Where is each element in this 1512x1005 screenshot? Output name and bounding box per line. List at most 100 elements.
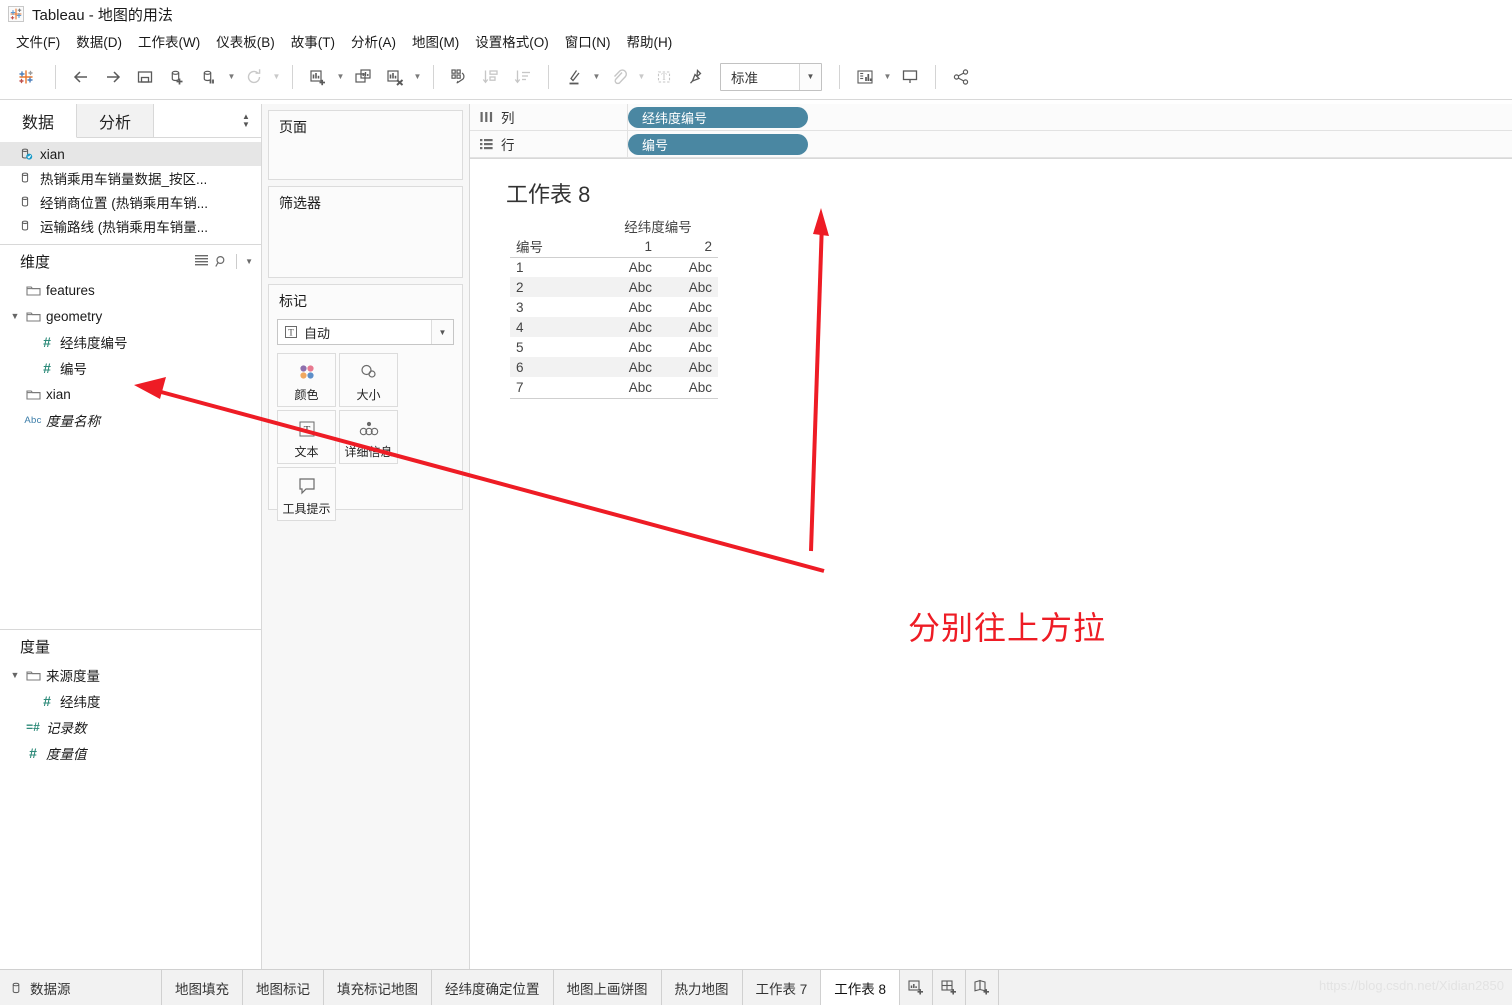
row-cell[interactable]: Abc [658, 277, 718, 297]
columns-shelf-dropzone[interactable]: 经纬度编号 [628, 104, 1512, 130]
menu-data[interactable]: 数据(D) [68, 28, 130, 54]
datasource-item-xian[interactable]: xian [0, 142, 261, 166]
field-features[interactable]: features [0, 277, 261, 303]
new-worksheet-dropdown-icon[interactable]: ▼ [334, 62, 347, 92]
menu-story[interactable]: 故事(T) [283, 28, 343, 54]
datasource-item-3[interactable]: 经销商位置 (热销乘用车销... [0, 190, 261, 214]
marks-size-button[interactable]: 大小 [339, 353, 398, 407]
group-members-icon[interactable] [604, 62, 634, 92]
show-hide-cards-icon[interactable] [850, 62, 880, 92]
fix-axes-icon[interactable] [681, 62, 711, 92]
filters-card[interactable]: 筛选器 [268, 186, 463, 278]
table-row[interactable]: 2 Abc Abc [510, 277, 718, 297]
menu-format[interactable]: 设置格式(O) [467, 28, 557, 54]
row-cell[interactable]: Abc [598, 377, 658, 397]
sheet-tab-worksheet-7[interactable]: 工作表 7 [742, 970, 822, 1005]
refresh-dropdown-icon[interactable]: ▼ [270, 62, 283, 92]
back-arrow-icon[interactable] [66, 62, 96, 92]
sheet-tab-reliditu[interactable]: 热力地图 [661, 970, 743, 1005]
menu-map[interactable]: 地图(M) [404, 28, 467, 54]
new-worksheet-button[interactable] [900, 970, 934, 1005]
row-cell[interactable]: Abc [658, 297, 718, 317]
share-icon[interactable] [946, 62, 976, 92]
sheet-tab-tianchongbiaojiditu[interactable]: 填充标记地图 [324, 970, 432, 1005]
pill-columns[interactable]: 经纬度编号 [628, 106, 808, 128]
row-cell[interactable]: Abc [658, 377, 718, 397]
search-icon[interactable] [215, 255, 228, 268]
table-row[interactable]: 4 Abc Abc [510, 317, 718, 337]
pages-card[interactable]: 页面 [268, 110, 463, 180]
datasource-item-4[interactable]: 运输路线 (热销乘用车销量... [0, 214, 261, 238]
pause-refresh-dropdown-icon[interactable]: ▼ [225, 62, 238, 92]
clear-sheet-dropdown-icon[interactable]: ▼ [411, 62, 424, 92]
mark-type-select[interactable]: T 自动 ▼ [277, 319, 454, 345]
sheet-tab-ditubiaoji[interactable]: 地图标记 [243, 970, 324, 1005]
chevron-down-icon[interactable]: ▼ [431, 320, 453, 344]
field-record-count[interactable]: =# 记录数 [0, 714, 261, 740]
row-cell[interactable]: Abc [598, 277, 658, 297]
datasource-tab[interactable]: 数据源 [0, 970, 162, 1005]
chevron-down-icon[interactable]: ▼ [8, 311, 22, 321]
marks-text-button[interactable]: T 文本 [277, 410, 336, 464]
row-cell[interactable]: Abc [658, 337, 718, 357]
field-jingweidu[interactable]: # 经纬度 [0, 688, 261, 714]
table-row[interactable]: 3 Abc Abc [510, 297, 718, 317]
field-measure-names[interactable]: Abc 度量名称 [0, 407, 261, 433]
row-cell[interactable]: Abc [598, 257, 658, 277]
sheet-tab-dituhuabingtu[interactable]: 地图上画饼图 [553, 970, 662, 1005]
sheet-tab-worksheet-8[interactable]: 工作表 8 [821, 970, 901, 1005]
row-cell[interactable]: Abc [598, 297, 658, 317]
table-row[interactable]: 5 Abc Abc [510, 337, 718, 357]
sort-descending-icon[interactable] [508, 62, 538, 92]
field-source-measures[interactable]: ▼ 来源度量 [0, 662, 261, 688]
show-hide-cards-dropdown-icon[interactable]: ▼ [881, 62, 894, 92]
highlight-dropdown-icon[interactable]: ▼ [590, 62, 603, 92]
menu-help[interactable]: 帮助(H) [618, 28, 680, 54]
field-xian[interactable]: xian [0, 381, 261, 407]
sheet-tab-ditutianchong[interactable]: 地图填充 [162, 970, 243, 1005]
sort-ascending-icon[interactable] [476, 62, 506, 92]
field-jingweidubianhao[interactable]: # 经纬度编号 [0, 329, 261, 355]
row-cell[interactable]: Abc [598, 357, 658, 377]
chevron-down-icon[interactable]: ▼ [799, 63, 821, 90]
forward-arrow-icon[interactable] [98, 62, 128, 92]
menu-window[interactable]: 窗口(N) [557, 28, 619, 54]
menu-worksheet[interactable]: 工作表(W) [130, 28, 208, 54]
group-dropdown-icon[interactable]: ▼ [635, 62, 648, 92]
save-icon[interactable] [130, 62, 160, 92]
presentation-icon[interactable] [895, 62, 925, 92]
menu-analysis[interactable]: 分析(A) [343, 28, 404, 54]
marks-tooltip-button[interactable]: 工具提示 [277, 467, 336, 521]
sheet-tab-jingweiduquedingweizhi[interactable]: 经纬度确定位置 [432, 970, 554, 1005]
rows-shelf-dropzone[interactable]: 编号 [628, 131, 1512, 157]
field-measure-values[interactable]: # 度量值 [0, 740, 261, 766]
pane-resize-icon[interactable]: ▲ ▼ [241, 113, 251, 129]
row-cell[interactable]: Abc [598, 317, 658, 337]
new-data-source-icon[interactable] [162, 62, 192, 92]
new-worksheet-icon[interactable] [303, 62, 333, 92]
table-row[interactable]: 1 Abc Abc [510, 257, 718, 277]
datasource-item-2[interactable]: 热销乘用车销量数据_按区... [0, 166, 261, 190]
field-bianhao[interactable]: # 编号 [0, 355, 261, 381]
tableau-home-icon[interactable] [7, 62, 45, 92]
chevron-down-icon[interactable]: ▼ [8, 670, 22, 680]
duplicate-sheet-icon[interactable] [348, 62, 378, 92]
marks-color-button[interactable]: 颜色 [277, 353, 336, 407]
swap-rows-columns-icon[interactable] [444, 62, 474, 92]
menu-dashboard[interactable]: 仪表板(B) [208, 28, 283, 54]
pill-rows[interactable]: 编号 [628, 133, 808, 155]
table-row[interactable]: 6 Abc Abc [510, 357, 718, 377]
row-cell[interactable]: Abc [658, 317, 718, 337]
show-mark-labels-icon[interactable]: T [649, 62, 679, 92]
new-story-button[interactable] [966, 970, 1000, 1005]
clear-sheet-icon[interactable] [380, 62, 410, 92]
refresh-icon[interactable] [239, 62, 269, 92]
fit-select[interactable]: 标准 ▼ [720, 62, 822, 91]
row-cell[interactable]: Abc [598, 337, 658, 357]
highlight-icon[interactable] [559, 62, 589, 92]
marks-detail-button[interactable]: 详细信息 [339, 410, 398, 464]
dimensions-menu-icon[interactable]: ▼ [245, 257, 253, 266]
row-cell[interactable]: Abc [658, 257, 718, 277]
field-geometry[interactable]: ▼ geometry [0, 303, 261, 329]
pause-refresh-icon[interactable] [194, 62, 224, 92]
